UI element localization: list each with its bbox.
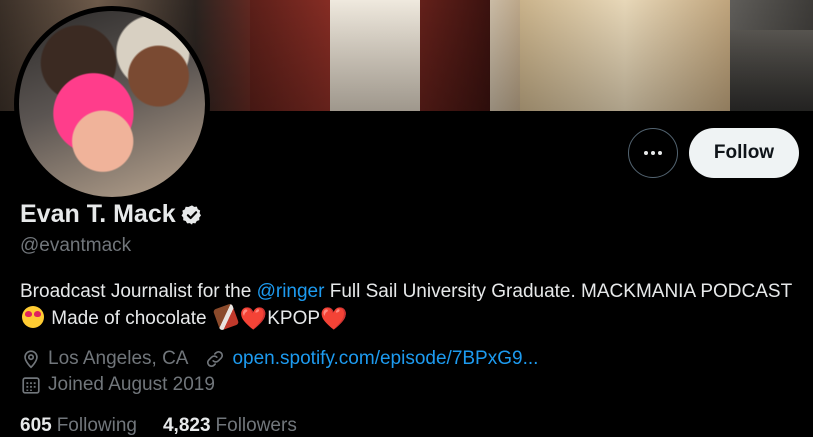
display-name: Evan T. Mack xyxy=(20,200,176,228)
location-pin-icon xyxy=(24,350,38,369)
joined-date: Joined August 2019 xyxy=(48,374,215,395)
following-label: Following xyxy=(56,415,137,436)
handle: @evantmack xyxy=(20,235,132,256)
name-row: Evan T. Mack xyxy=(20,200,203,229)
follow-button[interactable]: Follow xyxy=(689,128,799,178)
avatar-image xyxy=(19,11,205,197)
following-link[interactable]: 605 Following xyxy=(20,415,137,437)
bio-text: Full Sail University Graduate. MACKMANIA… xyxy=(324,281,793,302)
red-heart-emoji-icon: ❤️ xyxy=(239,306,268,331)
avatar[interactable] xyxy=(14,6,210,202)
profile-meta-row: Los Angeles, CA open.spotify.com/episode… xyxy=(20,348,538,370)
website-link[interactable]: open.spotify.com/episode/7BPxG9... xyxy=(232,348,538,370)
followers-label: Followers xyxy=(215,415,297,436)
bio: Broadcast Journalist for the @ringer Ful… xyxy=(20,278,800,332)
follow-stats: 605 Following 4,823 Followers xyxy=(20,415,323,437)
followers-count: 4,823 xyxy=(162,415,211,436)
more-dots-icon xyxy=(644,151,662,155)
bio-text: KPOP xyxy=(267,308,321,329)
location-text: Los Angeles, CA xyxy=(48,348,189,369)
red-heart-emoji-icon: ❤️ xyxy=(320,306,348,331)
bio-text: Made of chocolate xyxy=(46,308,212,329)
heart-eyes-emoji-icon xyxy=(22,306,44,328)
verified-badge-icon xyxy=(181,204,201,225)
more-options-button[interactable] xyxy=(628,128,678,178)
bio-mention-link[interactable]: @ringer xyxy=(257,281,325,302)
following-count: 605 xyxy=(20,415,52,436)
chocolate-emoji-icon xyxy=(212,303,239,331)
profile-meta-row: Joined August 2019 xyxy=(20,374,215,396)
followers-link[interactable]: 4,823 Followers xyxy=(163,415,297,437)
calendar-icon xyxy=(22,377,40,394)
bio-text: Broadcast Journalist for the xyxy=(20,281,257,302)
link-icon xyxy=(207,350,224,368)
